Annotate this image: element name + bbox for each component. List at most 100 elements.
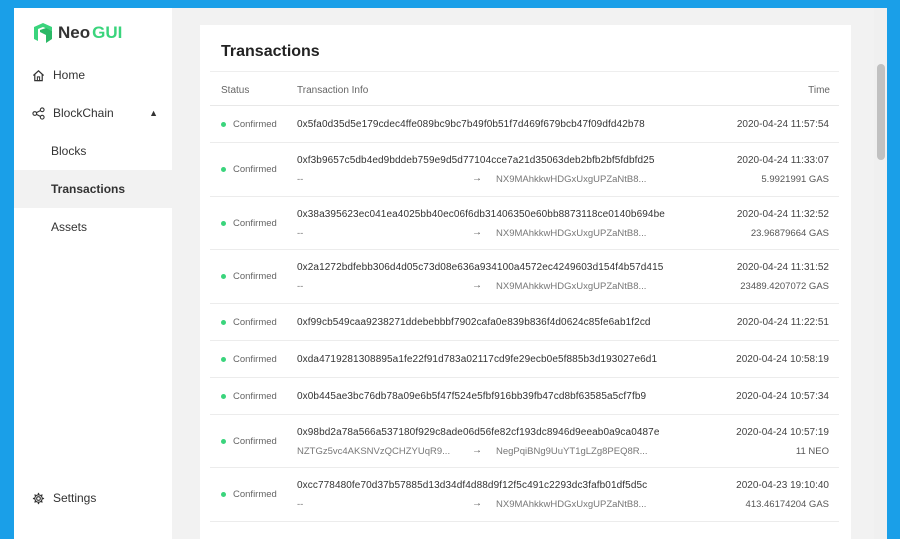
status-badge: Confirmed: [221, 317, 277, 328]
transaction-from: --: [297, 227, 304, 239]
table-row[interactable]: Confirmed 0x2a1272bdfebb306d4d05c73d08e6…: [210, 250, 839, 304]
status-text: Confirmed: [233, 435, 277, 447]
neo-logo-icon: [34, 23, 52, 43]
transaction-to[interactable]: NX9MAhkkwHDGxUxgUPZaNtB8...: [496, 228, 646, 239]
sidebar-item-blockchain[interactable]: BlockChain ▲: [14, 94, 172, 132]
status-dot-icon: [221, 319, 226, 325]
status-dot-icon: [221, 122, 226, 127]
status-text: Confirmed: [233, 390, 277, 402]
home-icon: [31, 68, 45, 82]
status-badge: Confirmed: [221, 391, 277, 402]
divider: [210, 71, 839, 72]
sidebar-item-label: Blocks: [51, 144, 87, 158]
sidebar-item-assets[interactable]: Assets: [14, 208, 172, 246]
status-text: Confirmed: [233, 164, 277, 175]
transaction-hash[interactable]: 0xf3b9657c5db4ed9bddeb759e9d5d77104cce7a…: [297, 155, 655, 166]
transaction-amount: 413.46174204 GAS: [745, 499, 829, 510]
status-text: Confirmed: [233, 119, 277, 130]
transaction-hash[interactable]: 0xda4719281308895a1fe22f91d783a02117cd9f…: [297, 354, 657, 365]
status-dot-icon: [221, 492, 226, 497]
brand-neo: Neo: [58, 23, 91, 42]
status-badge: Confirmed: [221, 354, 277, 365]
transaction-amount: 23.96879664 GAS: [750, 227, 829, 239]
app-window: Neo GUI Home BlockChain ▲ Blocks Transac…: [14, 8, 887, 539]
transaction-to[interactable]: NegPqiBNg9UuYT1gLZg8PEQ8R...: [496, 446, 648, 457]
transaction-time: 2020-04-24 11:33:07: [736, 155, 829, 166]
table-row[interactable]: Confirmed 0x38a395623ec041ea4025bb40ec06…: [210, 197, 839, 250]
transaction-hash[interactable]: 0xf99cb549caa9238271ddebebbbf7902cafa0e8…: [297, 317, 651, 328]
status-badge: Confirmed: [221, 436, 277, 447]
transactions-panel: Transactions Status Transaction Info Tim…: [200, 25, 851, 539]
transaction-from: --: [297, 174, 304, 185]
transaction-hash[interactable]: 0x0b445ae3bc76db78a09e6b5f47f524e5fbf916…: [297, 391, 646, 402]
sidebar-item-label: BlockChain: [53, 106, 114, 120]
table-row[interactable]: Confirmed 0x0b445ae3bc76db78a09e6b5f47f5…: [210, 378, 839, 415]
scrollbar[interactable]: [874, 8, 887, 539]
page-title: Transactions: [221, 43, 320, 60]
sidebar-item-blocks[interactable]: Blocks: [14, 132, 172, 170]
transactions-table: Confirmed 0x5fa0d35d5e179cdec4ffe089bc9b…: [210, 106, 839, 522]
transaction-amount: 11 NEO: [795, 445, 829, 457]
transaction-amount: 5.9921991 GAS: [761, 174, 829, 185]
app-logo: Neo GUI: [32, 20, 122, 46]
transaction-to[interactable]: NX9MAhkkwHDGxUxgUPZaNtB8...: [496, 281, 646, 292]
sidebar-item-label: Home: [53, 68, 86, 82]
arrow-right-icon: →: [472, 226, 482, 238]
sidebar-item-label: Settings: [53, 491, 97, 505]
status-dot-icon: [221, 393, 226, 399]
transaction-hash[interactable]: 0x98bd2a78a566a537180f929c8ade06d56fe82c…: [297, 427, 660, 438]
table-header: Status Transaction Info Time: [210, 75, 839, 105]
transaction-time: 2020-04-24 11:31:52: [736, 262, 829, 273]
table-row[interactable]: Confirmed 0x98bd2a78a566a537180f929c8ade…: [210, 415, 839, 468]
transaction-from: --: [297, 281, 304, 292]
chevron-up-icon: ▲: [149, 108, 158, 118]
status-text: Confirmed: [233, 316, 277, 328]
status-badge: Confirmed: [221, 489, 277, 500]
status-dot-icon: [221, 438, 226, 444]
column-header-status: Status: [221, 85, 250, 96]
transaction-time: 2020-04-24 11:32:52: [736, 208, 829, 220]
status-badge: Confirmed: [221, 271, 277, 282]
column-header-info: Transaction Info: [297, 85, 369, 96]
transaction-time: 2020-04-24 10:58:19: [736, 353, 829, 365]
status-text: Confirmed: [233, 271, 277, 282]
arrow-right-icon: →: [472, 280, 482, 291]
transaction-time: 2020-04-24 11:57:54: [736, 119, 829, 130]
scrollbar-thumb[interactable]: [877, 64, 885, 160]
status-badge: Confirmed: [221, 164, 277, 175]
transaction-hash[interactable]: 0xcc778480fe70d37b57885d13d34df4d88d9f12…: [297, 480, 647, 491]
status-badge: Confirmed: [221, 218, 277, 229]
arrow-right-icon: →: [472, 173, 482, 184]
status-dot-icon: [221, 356, 226, 362]
sidebar-item-label: Transactions: [51, 182, 126, 196]
transaction-time: 2020-04-24 10:57:19: [736, 426, 829, 438]
sidebar-item-settings[interactable]: Settings: [14, 479, 172, 517]
transaction-from[interactable]: NZTGz5vc4AKSNVzQCHZYUqR9...: [297, 446, 450, 457]
brand-gui: GUI: [92, 23, 123, 42]
table-row[interactable]: Confirmed 0x5fa0d35d5e179cdec4ffe089bc9b…: [210, 106, 839, 143]
transaction-hash[interactable]: 0x2a1272bdfebb306d4d05c73d08e636a934100a…: [297, 262, 663, 273]
arrow-right-icon: →: [472, 498, 482, 509]
table-row[interactable]: Confirmed 0xf99cb549caa9238271ddebebbbf7…: [210, 304, 839, 341]
sidebar-item-transactions[interactable]: Transactions: [14, 170, 172, 208]
column-header-time: Time: [808, 85, 830, 96]
share-nodes-icon: [31, 106, 45, 120]
transaction-hash[interactable]: 0x38a395623ec041ea4025bb40ec06f6db314063…: [297, 209, 665, 220]
table-row[interactable]: Confirmed 0xcc778480fe70d37b57885d13d34d…: [210, 468, 839, 522]
status-text: Confirmed: [233, 489, 277, 500]
transaction-time: 2020-04-24 10:57:34: [736, 390, 829, 402]
table-row[interactable]: Confirmed 0xda4719281308895a1fe22f91d783…: [210, 341, 839, 378]
transaction-hash[interactable]: 0x5fa0d35d5e179cdec4ffe089bc9bc7b49f0b51…: [297, 119, 645, 130]
status-dot-icon: [221, 220, 226, 226]
transaction-from: --: [297, 499, 304, 510]
sidebar-item-home[interactable]: Home: [14, 56, 172, 94]
status-badge: Confirmed: [221, 119, 277, 130]
sidebar-item-label: Assets: [51, 220, 88, 234]
transaction-to[interactable]: NX9MAhkkwHDGxUxgUPZaNtB8...: [496, 499, 646, 510]
table-row[interactable]: Confirmed 0xf3b9657c5db4ed9bddeb759e9d5d…: [210, 143, 839, 197]
transaction-to[interactable]: NX9MAhkkwHDGxUxgUPZaNtB8...: [496, 174, 646, 185]
arrow-right-icon: →: [472, 444, 482, 456]
transaction-time: 2020-04-24 11:22:51: [736, 316, 829, 328]
status-text: Confirmed: [233, 353, 277, 365]
gear-icon: [31, 491, 45, 505]
